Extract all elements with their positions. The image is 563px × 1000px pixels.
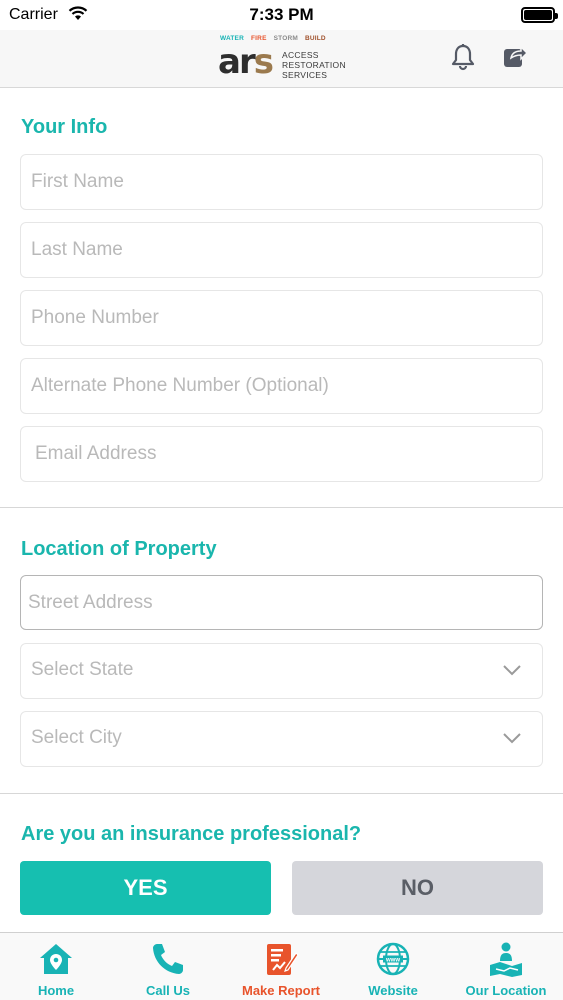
location-icon xyxy=(490,942,522,977)
select-city-dropdown[interactable]: Select City xyxy=(20,711,543,767)
tab-website-label: Website xyxy=(368,983,418,998)
share-icon[interactable] xyxy=(502,43,528,69)
tab-call-us[interactable]: Call Us xyxy=(112,933,224,1000)
select-state-label: Select State xyxy=(31,659,134,680)
battery-icon xyxy=(521,7,558,23)
last-name-input[interactable] xyxy=(21,223,542,277)
yes-button[interactable]: YES xyxy=(20,861,271,915)
email-field[interactable] xyxy=(20,426,543,482)
chevron-down-icon xyxy=(503,665,521,676)
phone-icon xyxy=(153,944,183,974)
alternate-phone-field[interactable] xyxy=(20,358,543,414)
alternate-phone-input[interactable] xyxy=(21,359,542,413)
phone-input[interactable] xyxy=(21,291,542,345)
home-icon xyxy=(40,944,72,974)
tab-bar: Home Call Us Make Report www Website Our… xyxy=(0,932,563,1000)
logo-mark: ars xyxy=(218,42,274,82)
tab-make-report[interactable]: Make Report xyxy=(225,933,337,1000)
svg-text:www: www xyxy=(385,958,400,964)
logo-wordmark: ACCESS RESTORATION SERVICES xyxy=(282,50,346,80)
tab-make-report-label: Make Report xyxy=(241,983,321,998)
street-address-field[interactable] xyxy=(20,575,543,630)
app-header: WATER FIRE STORM BUILD ars ACCESS RESTORATI… xyxy=(0,30,563,88)
clock: 7:33 PM xyxy=(249,5,314,24)
first-name-field[interactable] xyxy=(20,154,543,210)
tab-website[interactable]: www Website xyxy=(337,933,449,1000)
select-state-dropdown[interactable]: Select State xyxy=(20,643,543,699)
tab-home-label: Home xyxy=(37,983,75,998)
last-name-field[interactable] xyxy=(20,222,543,278)
section-divider xyxy=(0,507,563,508)
chevron-down-icon xyxy=(503,733,521,744)
tab-our-location-label: Our Location xyxy=(465,983,547,998)
street-address-input[interactable] xyxy=(21,576,542,629)
bell-icon[interactable] xyxy=(450,43,476,71)
globe-icon: www xyxy=(376,942,410,976)
no-button[interactable]: NO xyxy=(292,861,543,915)
phone-field[interactable] xyxy=(20,290,543,346)
your-info-title: Your Info xyxy=(21,116,108,138)
logo-tagline: WATER FIRE STORM BUILD xyxy=(220,35,326,42)
email-input[interactable] xyxy=(21,427,542,481)
status-bar: Carrier 7:33 PM xyxy=(0,0,563,30)
tab-home[interactable]: Home xyxy=(0,933,112,1000)
report-icon xyxy=(267,944,299,975)
select-city-label: Select City xyxy=(31,727,122,748)
section-divider xyxy=(0,793,563,794)
ars-logo: WATER FIRE STORM BUILD ars ACCESS RESTORATI… xyxy=(218,33,348,83)
first-name-input[interactable] xyxy=(21,155,542,209)
tab-our-location[interactable]: Our Location xyxy=(450,933,562,1000)
tab-call-us-label: Call Us xyxy=(145,983,191,998)
location-title: Location of Property xyxy=(21,538,217,560)
insurance-question: Are you an insurance professional? xyxy=(21,823,362,845)
